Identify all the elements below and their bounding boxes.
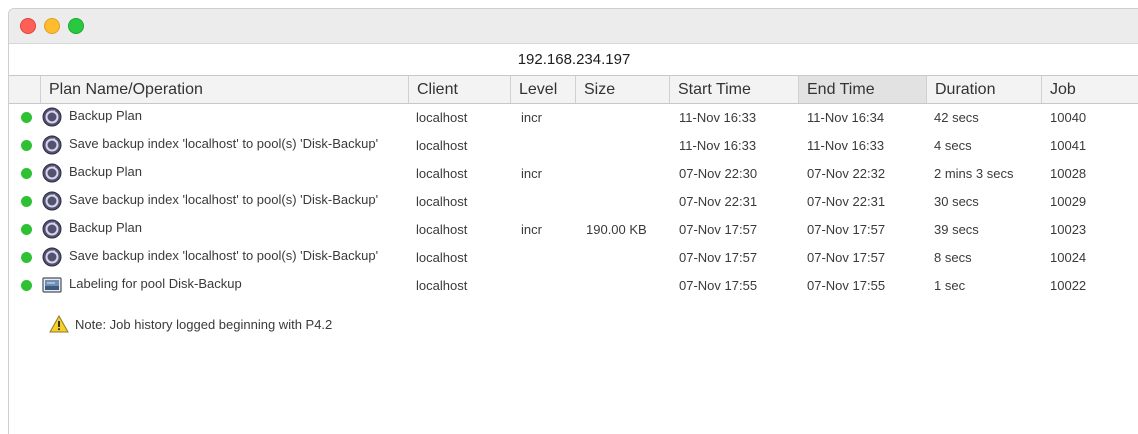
job-id-cell: 10024 <box>1050 250 1087 265</box>
status-success-icon <box>21 112 32 123</box>
column-header-duration[interactable]: Duration <box>927 76 1042 103</box>
column-header-plan[interactable]: Plan Name/Operation <box>41 76 409 103</box>
plan-name: Backup Plan <box>69 220 142 235</box>
backup-plan-icon <box>42 163 62 183</box>
status-column-header[interactable] <box>9 76 41 103</box>
plan-name: Backup Plan <box>69 108 142 123</box>
start-time-cell: 07-Nov 17:57 <box>679 222 758 237</box>
client-cell: localhost <box>416 194 468 209</box>
client-cell: localhost <box>416 110 468 125</box>
job-id-cell: 10028 <box>1050 166 1087 181</box>
job-id-cell: 10029 <box>1050 194 1087 209</box>
start-time-cell: 11-Nov 16:33 <box>679 138 757 153</box>
column-header-start-time[interactable]: Start Time <box>670 76 799 103</box>
close-window-button[interactable] <box>20 18 36 34</box>
status-success-icon <box>21 252 32 263</box>
column-header-level[interactable]: Level <box>511 76 576 103</box>
backup-plan-icon <box>42 191 62 211</box>
job-id-cell: 10023 <box>1050 222 1087 237</box>
start-time-cell: 07-Nov 17:57 <box>679 250 758 265</box>
status-success-icon <box>21 140 32 151</box>
level-cell: incr <box>521 110 542 125</box>
plan-name: Labeling for pool Disk-Backup <box>69 276 242 291</box>
start-time-cell: 07-Nov 22:30 <box>679 166 758 181</box>
plan-name: Save backup index 'localhost' to pool(s)… <box>69 248 379 263</box>
title-bar[interactable] <box>9 9 1138 43</box>
plan-name: Save backup index 'localhost' to pool(s)… <box>69 136 379 151</box>
start-time-cell: 07-Nov 17:55 <box>679 278 758 293</box>
client-cell: localhost <box>416 138 468 153</box>
status-success-icon <box>21 280 32 291</box>
host-title: 192.168.234.197 <box>9 43 1138 76</box>
client-cell: localhost <box>416 250 468 265</box>
warning-icon <box>49 315 69 333</box>
job-id-cell: 10022 <box>1050 278 1087 293</box>
end-time-cell: 07-Nov 17:57 <box>807 222 886 237</box>
duration-cell: 4 secs <box>934 138 972 153</box>
table-row[interactable]: Save backup index 'localhost' to pool(s)… <box>9 187 1138 215</box>
table-row[interactable]: Backup Plan localhost incr 07-Nov 22:30 … <box>9 159 1138 187</box>
end-time-cell: 07-Nov 22:32 <box>807 166 886 181</box>
label-icon <box>42 277 62 293</box>
plan-name: Save backup index 'localhost' to pool(s)… <box>69 192 379 207</box>
zoom-window-button[interactable] <box>68 18 84 34</box>
end-time-cell: 07-Nov 22:31 <box>807 194 886 209</box>
note-text: Note: Job history logged beginning with … <box>75 317 333 332</box>
end-time-cell: 07-Nov 17:57 <box>807 250 886 265</box>
end-time-cell: 07-Nov 17:55 <box>807 278 886 293</box>
table-header: Plan Name/Operation Client Level Size St… <box>9 75 1138 104</box>
status-success-icon <box>21 196 32 207</box>
backup-plan-icon <box>42 107 62 127</box>
end-time-cell: 11-Nov 16:34 <box>807 110 885 125</box>
start-time-cell: 11-Nov 16:33 <box>679 110 757 125</box>
backup-plan-icon <box>42 135 62 155</box>
app-window: 192.168.234.197 Plan Name/Operation Clie… <box>8 8 1138 434</box>
table-row[interactable]: Labeling for pool Disk-Backup localhost … <box>9 271 1138 299</box>
duration-cell: 2 mins 3 secs <box>934 166 1014 181</box>
level-cell: incr <box>521 166 542 181</box>
job-id-cell: 10040 <box>1050 110 1087 125</box>
duration-cell: 1 sec <box>934 278 966 293</box>
start-time-cell: 07-Nov 22:31 <box>679 194 758 209</box>
column-header-size[interactable]: Size <box>576 76 670 103</box>
column-header-job[interactable]: Job <box>1042 76 1138 103</box>
backup-plan-icon <box>42 247 62 267</box>
client-cell: localhost <box>416 166 468 181</box>
backup-plan-icon <box>42 219 62 239</box>
client-cell: localhost <box>416 278 468 293</box>
plan-name: Backup Plan <box>69 164 142 179</box>
table-row[interactable]: Save backup index 'localhost' to pool(s)… <box>9 243 1138 271</box>
job-id-cell: 10041 <box>1050 138 1087 153</box>
level-cell: incr <box>521 222 542 237</box>
table-row[interactable]: Backup Plan localhost incr 11-Nov 16:33 … <box>9 103 1138 131</box>
minimize-window-button[interactable] <box>44 18 60 34</box>
status-success-icon <box>21 224 32 235</box>
status-success-icon <box>21 168 32 179</box>
client-cell: localhost <box>416 222 468 237</box>
table-row[interactable]: Save backup index 'localhost' to pool(s)… <box>9 131 1138 159</box>
column-header-end-time[interactable]: End Time <box>799 76 927 103</box>
table-row[interactable]: Backup Plan localhost incr 190.00 KB 07-… <box>9 215 1138 243</box>
column-header-client[interactable]: Client <box>409 76 511 103</box>
duration-cell: 42 secs <box>934 110 979 125</box>
duration-cell: 39 secs <box>934 222 979 237</box>
duration-cell: 30 secs <box>934 194 979 209</box>
size-cell: 190.00 KB <box>586 222 647 237</box>
duration-cell: 8 secs <box>934 250 972 265</box>
end-time-cell: 11-Nov 16:33 <box>807 138 885 153</box>
job-history-list: Backup Plan localhost incr 11-Nov 16:33 … <box>9 103 1138 299</box>
